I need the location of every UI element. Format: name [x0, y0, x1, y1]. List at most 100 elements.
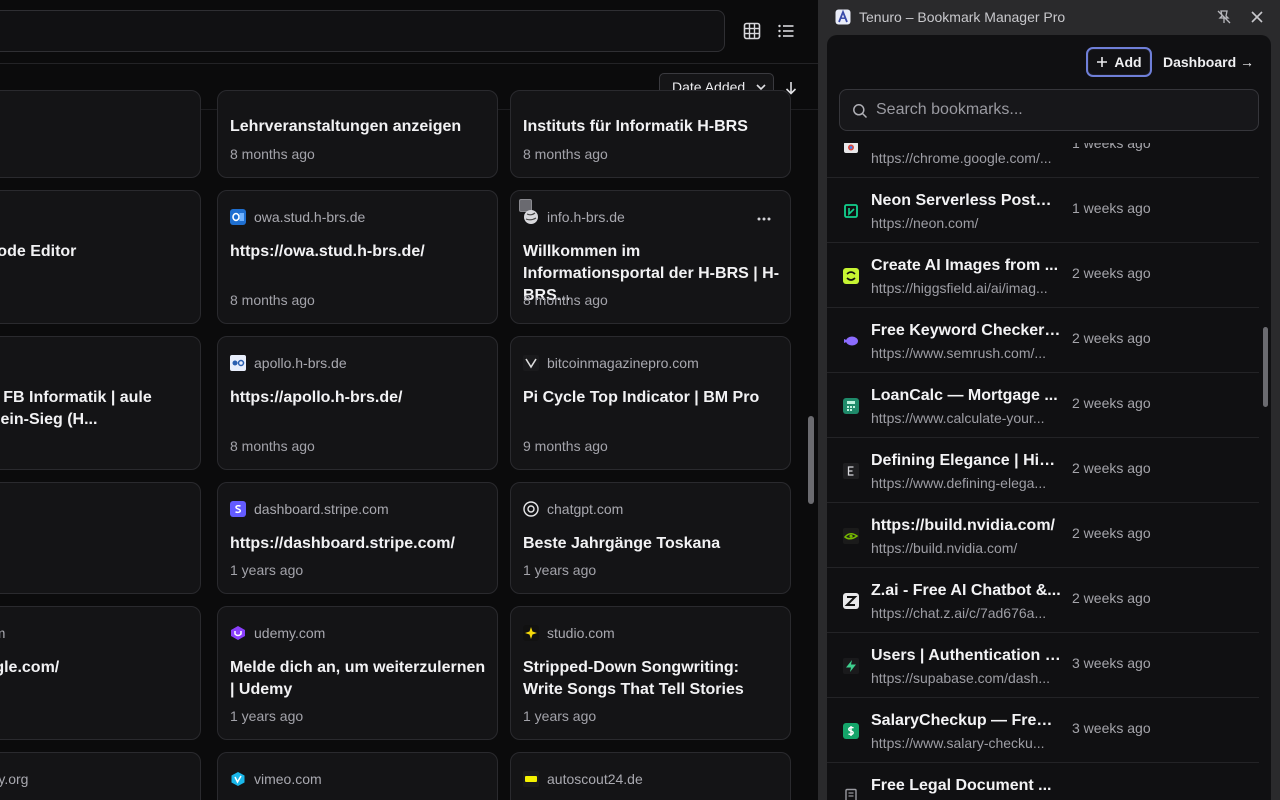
higgsfield-icon [843, 268, 859, 284]
list-view-icon[interactable] [773, 18, 799, 44]
bookmark-row-url: https://higgsfield.ai/ai/imag... [871, 280, 1048, 296]
card-title[interactable]: The AI Code Editor [0, 241, 190, 263]
bookmark-card[interactable]: r.comThe AI Code Editorago [0, 190, 201, 324]
main-scrollbar[interactable] [808, 416, 814, 504]
bookmark-card[interactable]: owa.stud.h-brs.de https://owa.stud.h-brs.… [217, 190, 498, 324]
bookmark-row-age: 2 weeks ago [1072, 395, 1151, 411]
card-domain-text: autoscout24.de [547, 771, 643, 787]
bookmark-row-title[interactable]: https://build.nvidia.com/ [871, 517, 1061, 535]
bookmark-card[interactable]: udemy.com Melde dich an, um weiterzulerne… [217, 606, 498, 740]
bookmark-card[interactable]: anacademy.org [0, 752, 201, 800]
card-title[interactable]: kurse im FB Informatik | aule Bonn-Rhein… [0, 387, 190, 431]
bookmark-card[interactable]: chatgpt.com Beste Jahrgänge Toskana 1 year… [510, 482, 791, 594]
add-bookmark-button[interactable]: Add [1086, 47, 1152, 77]
bookmark-row[interactable]: Free Legal Document ... [827, 763, 1259, 800]
bookmark-row-title[interactable]: Chrome Web Store-Ent... [871, 143, 1061, 145]
card-title[interactable]: Melde dich an, um weiterzulernen | Udemy [230, 657, 487, 701]
bookmark-row-title[interactable]: Defining Elegance | Hig... [871, 452, 1061, 470]
dashboard-link[interactable]: Dashboard → [1163, 54, 1254, 70]
bookmark-card[interactable]: google.comocs.google.com/go [0, 606, 201, 740]
extension-panel: Tenuro – Bookmark Manager Pro Add Dashbo… [818, 0, 1280, 800]
panel-title: Tenuro – Bookmark Manager Pro [859, 9, 1066, 25]
unpin-icon[interactable] [1216, 9, 1232, 25]
bookmark-card[interactable]: dekurse im FB Informatik | aule Bonn-Rhe… [0, 336, 201, 470]
card-age: 8 months ago [230, 438, 315, 454]
nvidia-icon [843, 528, 859, 544]
card-title[interactable]: ocs.google.com/ [0, 657, 190, 679]
bookmark-card[interactable]: Instituts für Informatik H-BRS 8 months a… [510, 90, 791, 178]
bookmark-card[interactable]: Lehrveranstaltungen anzeigen 8 months ago [217, 90, 498, 178]
card-domain-text: info.h-brs.de [547, 209, 625, 225]
bookmark-card[interactable]: bitcoinmagazinepro.com Pi Cycle Top Indic… [510, 336, 791, 470]
card-age: 1 years ago [523, 562, 597, 578]
bookmark-card[interactable]: autoscout24.de [510, 752, 791, 800]
chrome-store-icon [843, 143, 859, 154]
bookmark-card[interactable]: pt.comTs ago [0, 482, 201, 594]
bookmark-row-title[interactable]: SalaryCheckup — Free ... [871, 712, 1061, 730]
bookmark-row-title[interactable]: Free Keyword Checker:... [871, 322, 1061, 340]
bookmark-row[interactable]: Z.ai - Free AI Chatbot &... https://chat.… [827, 568, 1259, 633]
bookmark-row[interactable]: SalaryCheckup — Free ... https://www.sala… [827, 698, 1259, 763]
bookmark-row-title[interactable]: Z.ai - Free AI Chatbot &... [871, 582, 1061, 600]
card-title[interactable]: Pi Cycle Top Indicator | BM Pro [523, 387, 780, 409]
bookmark-card[interactable]: ago [0, 90, 201, 178]
bookmark-row[interactable]: LoanCalc — Mortgage ... https://www.calcu… [827, 373, 1259, 438]
card-age: 8 months ago [230, 146, 315, 162]
card-title[interactable]: Lehrveranstaltungen anzeigen [230, 116, 487, 138]
bookmark-row-url: https://chat.z.ai/c/7ad676a... [871, 605, 1047, 621]
main-search-input[interactable] [0, 10, 725, 52]
bookmark-row-url: https://www.calculate-your... [871, 410, 1045, 426]
bookmark-search-input[interactable]: Search bookmarks... [839, 89, 1259, 131]
bookmark-row-title[interactable]: Free Legal Document ... [871, 777, 1061, 795]
bookmark-row-url: https://supabase.com/dash... [871, 670, 1050, 686]
card-domain: studio.com [523, 625, 615, 641]
card-title[interactable]: https://apollo.h-brs.de/ [230, 387, 487, 409]
bookmark-row[interactable]: Free Keyword Checker:... https://www.semr… [827, 308, 1259, 373]
bookmark-row[interactable]: Users | Authentication |... https://supab… [827, 633, 1259, 698]
bookmark-row-title[interactable]: LoanCalc — Mortgage ... [871, 387, 1061, 405]
card-domain-text: owa.stud.h-brs.de [254, 209, 366, 225]
bookmark-card[interactable]: vimeo.com [217, 752, 498, 800]
card-domain-text: google.com [0, 625, 5, 641]
panel-scrollbar[interactable] [1263, 327, 1268, 407]
card-title[interactable]: https://dashboard.stripe.com/ [230, 533, 487, 555]
bookmark-row-title[interactable]: Create AI Images from ... [871, 257, 1061, 275]
card-domain: udemy.com [230, 625, 325, 641]
grid-view-icon[interactable] [739, 18, 765, 44]
card-domain-text: udemy.com [254, 625, 326, 641]
bookmark-card[interactable]: dashboard.stripe.com https://dashboard.st… [217, 482, 498, 594]
bookmark-row[interactable]: Chrome Web Store-Ent... https://chrome.go… [827, 143, 1259, 178]
panel-body: Add Dashboard → Search bookmarks... Chro… [827, 35, 1271, 800]
udemy-icon [230, 625, 246, 641]
bookmark-row[interactable]: https://build.nvidia.com/https://build.n… [827, 503, 1259, 568]
bookmark-row-url: https://build.nvidia.com/ [871, 540, 1018, 556]
card-title[interactable]: https://owa.stud.h-brs.de/ [230, 241, 487, 263]
bookmark-row[interactable]: Defining Elegance | Hig... https://www.de… [827, 438, 1259, 503]
studio-icon [523, 625, 539, 641]
bookmark-row[interactable]: Neon Serverless Postgr... https://neon.co… [827, 178, 1259, 243]
bookmark-card[interactable]: info.h-brs.de Willkommen im Informationsp… [510, 190, 791, 324]
bookmark-card[interactable]: studio.com Stripped-Down Songwriting: Wri… [510, 606, 791, 740]
screen: Date Added agoLehrveranstaltungen anzeig… [0, 0, 1280, 800]
card-domain: vimeo.com [230, 771, 322, 787]
bm-icon [523, 355, 539, 371]
card-domain-text: bitcoinmagazinepro.com [547, 355, 699, 371]
plus-icon [1097, 57, 1108, 67]
close-icon[interactable] [1249, 9, 1265, 25]
chatgpt-icon [523, 501, 539, 517]
card-title[interactable]: Instituts für Informatik H-BRS [523, 116, 780, 138]
card-title[interactable]: Stripped-Down Songwriting: Write Songs T… [523, 657, 780, 701]
more-options-icon[interactable] [756, 211, 772, 221]
neon-icon [843, 203, 859, 219]
add-bookmark-label: Add [1114, 54, 1142, 70]
bookmark-row[interactable]: Create AI Images from ... https://higgsfi… [827, 243, 1259, 308]
card-title[interactable]: Beste Jahrgänge Toskana [523, 533, 780, 555]
bookmark-row-url: https://www.salary-checku... [871, 735, 1045, 751]
bookmark-row-title[interactable]: Users | Authentication |... [871, 647, 1061, 665]
bookmark-row-title[interactable]: Neon Serverless Postgr... [871, 192, 1061, 210]
supabase-icon [843, 658, 859, 674]
card-domain-text: vimeo.com [254, 771, 322, 787]
card-title[interactable]: T [0, 533, 190, 555]
card-domain-text: anacademy.org [0, 771, 29, 787]
bookmark-card[interactable]: apollo.h-brs.de https://apollo.h-brs.de/8… [217, 336, 498, 470]
